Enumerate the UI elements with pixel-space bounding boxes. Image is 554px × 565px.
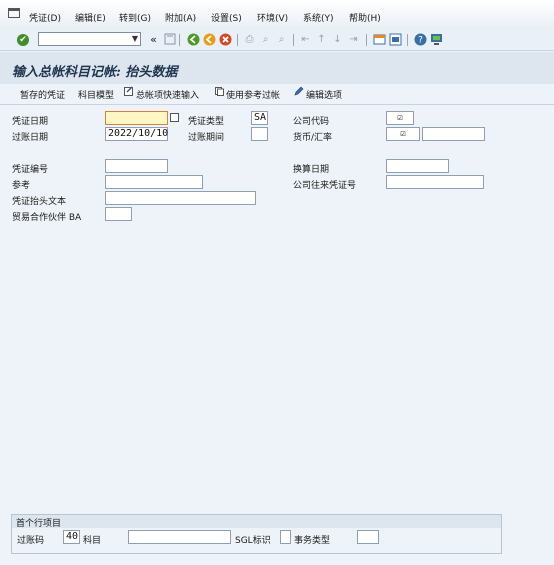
menu-settings[interactable]: 设置(S) [211, 11, 242, 24]
posting-period-input[interactable] [251, 127, 268, 141]
next-page-icon[interactable]: ↓ [331, 33, 344, 46]
document-date-label: 凭证日期 [12, 117, 49, 127]
document-number-input[interactable] [105, 159, 168, 173]
document-number-label: 凭证编号 [12, 165, 49, 175]
exit-icon[interactable] [203, 33, 216, 46]
find-next-icon[interactable]: ⌕ [275, 33, 288, 46]
cross-cc-number-input[interactable] [386, 175, 484, 189]
document-type-input[interactable]: SA [251, 111, 268, 125]
header-text-input[interactable] [105, 191, 256, 205]
editing-options-button[interactable]: 编辑选项 [306, 88, 342, 101]
fast-entry-icon [124, 86, 134, 96]
prev-page-icon[interactable]: ↑ [315, 33, 328, 46]
document-type-label: 凭证类型 [188, 117, 225, 127]
company-code-input[interactable]: ☑ [386, 111, 414, 125]
menu-document[interactable]: 凭证(D) [29, 11, 61, 24]
toolbar-separator [407, 34, 408, 46]
new-session-icon[interactable] [373, 33, 386, 46]
posting-key-label: 过账码 [17, 536, 45, 546]
last-page-icon[interactable]: ⇥ [347, 33, 360, 46]
pencil-icon [294, 86, 304, 96]
transaction-type-label: 事务类型 [294, 536, 331, 546]
command-field[interactable]: ▼ [38, 32, 141, 46]
transaction-type-input[interactable] [357, 530, 379, 544]
find-icon[interactable]: ⌕ [259, 33, 272, 46]
print-icon[interactable]: ⎙ [243, 33, 256, 46]
post-with-reference-button[interactable]: 使用参考过帐 [226, 88, 280, 101]
exchange-rate-input[interactable] [422, 127, 485, 141]
menu-system[interactable]: 系统(Y) [303, 11, 334, 24]
enter-icon[interactable]: ✔ [17, 34, 29, 46]
menu-environment[interactable]: 环境(V) [257, 11, 288, 24]
document-date-input[interactable] [105, 111, 168, 125]
shortcut-icon[interactable] [389, 33, 402, 46]
group-header [12, 515, 501, 528]
currency-input[interactable]: ☑ [386, 127, 420, 141]
menu-extras[interactable]: 附加(A) [165, 11, 196, 24]
group-title: 首个行项目 [16, 519, 62, 529]
posting-date-input[interactable]: 2022/10/10 [105, 127, 168, 141]
chevron-down-icon[interactable]: ▼ [132, 34, 138, 43]
gl-fast-entry-button[interactable]: 总帐项快速输入 [136, 88, 199, 101]
currency-rate-label: 货币/汇率 [293, 133, 333, 143]
trading-partner-input[interactable] [105, 207, 132, 221]
help-icon[interactable]: ? [414, 33, 427, 46]
posting-period-label: 过账期间 [188, 133, 225, 143]
page-title: 输入总帐科目记帐: 抬头数据 [12, 65, 178, 80]
first-page-icon[interactable]: ⇤ [299, 33, 312, 46]
cross-cc-number-label: 公司往来凭证号 [293, 181, 357, 191]
reference-label: 参考 [12, 181, 31, 191]
menu-goto[interactable]: 转到(G) [119, 11, 151, 24]
reference-icon [215, 87, 224, 96]
toolbar-separator [179, 34, 180, 46]
svg-text:?: ? [418, 36, 423, 46]
company-code-label: 公司代码 [293, 117, 330, 127]
translation-date-label: 换算日期 [293, 165, 330, 175]
cancel-icon[interactable] [219, 33, 232, 46]
account-model-button[interactable]: 科目模型 [78, 88, 114, 101]
reference-input[interactable] [105, 175, 203, 189]
toolbar-separator [237, 34, 238, 46]
back-icon[interactable] [187, 33, 200, 46]
layout-icon[interactable] [430, 33, 443, 46]
account-label: 科目 [83, 536, 102, 546]
held-document-button[interactable]: 暂存的凭证 [20, 88, 65, 101]
posting-key-input[interactable]: 40 [63, 530, 80, 544]
save-icon[interactable] [163, 33, 176, 46]
menu-help[interactable]: 帮助(H) [349, 11, 381, 24]
double-left-icon[interactable]: « [147, 33, 160, 46]
toolbar-separator [366, 34, 367, 46]
account-input[interactable] [128, 530, 231, 544]
trading-partner-label: 贸易合作伙伴 BA [12, 213, 82, 223]
sgl-indicator-label: SGL标识 [235, 536, 271, 546]
header-text-label: 凭证抬头文本 [12, 197, 67, 207]
calendar-icon[interactable] [170, 113, 179, 122]
posting-date-label: 过账日期 [12, 133, 49, 143]
menu-edit[interactable]: 编辑(E) [75, 11, 106, 24]
translation-date-input[interactable] [386, 159, 449, 173]
toolbar-separator [293, 34, 294, 46]
menu-icon[interactable] [8, 8, 20, 18]
sgl-indicator-input[interactable] [280, 530, 291, 544]
